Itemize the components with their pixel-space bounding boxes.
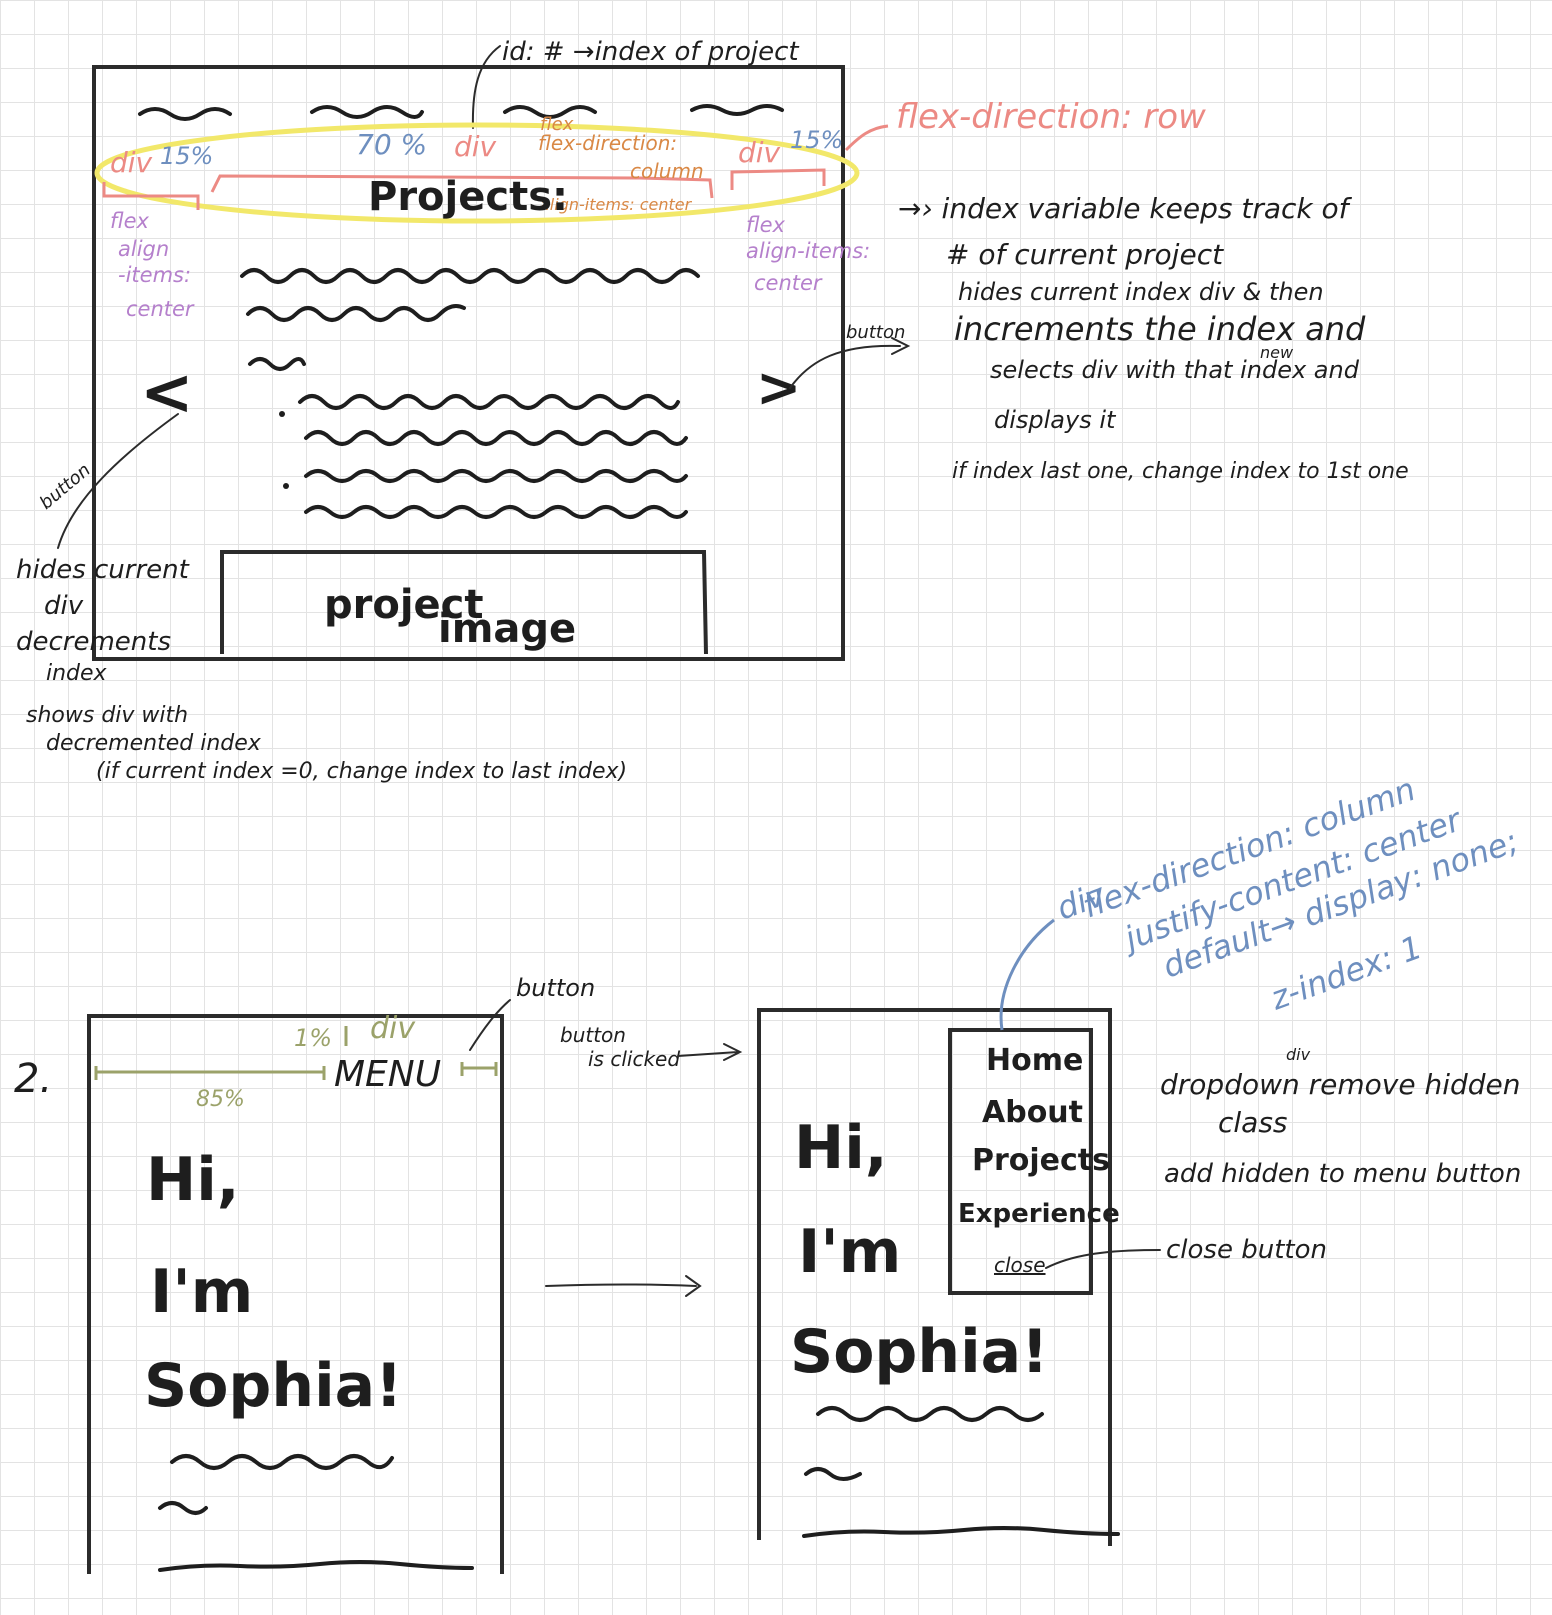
bullet-scribble bbox=[298, 394, 680, 410]
nav-scribble bbox=[138, 107, 232, 121]
left-flex-notes: flex align -items: center bbox=[110, 209, 195, 321]
svg-text:add hidden to menu button: add hidden to menu button bbox=[1164, 1159, 1521, 1189]
description-scribble bbox=[246, 304, 466, 322]
svg-text:Sophia!: Sophia! bbox=[790, 1317, 1049, 1387]
hero-scribble bbox=[816, 1406, 1044, 1422]
svg-text:I'm: I'm bbox=[150, 1257, 253, 1327]
dropdown-menu-items: Home About Projects Experience bbox=[958, 1043, 1120, 1229]
next-notes-new: new bbox=[1260, 343, 1294, 362]
bullet-scribble bbox=[304, 505, 688, 519]
transition-arrow bbox=[545, 1283, 697, 1287]
prev-notes: hides current div decrements index shows… bbox=[16, 555, 627, 784]
menu-item-about[interactable]: About bbox=[982, 1095, 1083, 1130]
dropdown-notes: dropdown remove hidden class add hidden … bbox=[1160, 1068, 1521, 1189]
prev-button-label: button bbox=[36, 460, 95, 514]
svg-text:if index last one, change: if index last one, change index to 1st o… bbox=[952, 459, 1409, 484]
hero-scribble bbox=[158, 1560, 474, 1572]
svg-text:decrements: decrements bbox=[16, 627, 171, 657]
svg-text:hides current: hides current bbox=[16, 555, 190, 585]
projects-title: Projects: bbox=[368, 174, 568, 220]
center-flex-direction-label: flex-direction: bbox=[538, 131, 677, 155]
hero-text-left: Hi, I'm Sophia! bbox=[144, 1145, 403, 1421]
menu-pct-label: 1% bbox=[294, 1024, 332, 1052]
hero-scribble bbox=[802, 1526, 1120, 1538]
div-notes: div flex-direction: column justify-conte… bbox=[1052, 770, 1523, 1018]
svg-text:Hi,: Hi, bbox=[794, 1113, 888, 1183]
center-div-label: div bbox=[454, 130, 497, 163]
flex-direction-row-note: flex-direction: row bbox=[896, 97, 1206, 137]
svg-text:index: index bbox=[46, 661, 108, 686]
svg-text:Sophia!: Sophia! bbox=[144, 1351, 403, 1421]
menu-item-projects[interactable]: Projects bbox=[972, 1143, 1110, 1178]
bullet-scribble bbox=[304, 469, 688, 483]
svg-text:center: center bbox=[126, 297, 195, 321]
center-pct-label: 70 % bbox=[356, 128, 427, 161]
nav-scribble bbox=[690, 104, 784, 116]
next-notes: →› index variable keeps track of # of cu… bbox=[898, 192, 1409, 484]
svg-text:# of current project: # of current project bbox=[946, 238, 1224, 271]
left-div-label: div bbox=[110, 146, 153, 179]
center-flex-column-label: column bbox=[630, 159, 704, 183]
bullet-scribble bbox=[304, 430, 688, 446]
svg-text:→› index variable keeps tra: →› index variable keeps track of bbox=[898, 192, 1353, 225]
bullet-dot bbox=[283, 483, 289, 489]
svg-text:align-items:: align-items: bbox=[746, 239, 870, 263]
clicked-note-1: button bbox=[560, 1023, 626, 1047]
bullet-dot bbox=[279, 411, 285, 417]
svg-text:Hi,: Hi, bbox=[146, 1145, 240, 1215]
svg-text:(if current index =0, chang: (if current index =0, change index to la… bbox=[96, 759, 627, 784]
hero-scribble bbox=[170, 1454, 394, 1470]
svg-text:align: align bbox=[118, 237, 169, 261]
menu-item-experience[interactable]: Experience bbox=[958, 1199, 1120, 1229]
right-div-bracket bbox=[730, 168, 826, 190]
menu-button-note: button bbox=[516, 974, 595, 1002]
svg-text:I'm: I'm bbox=[798, 1217, 901, 1287]
description-scribble bbox=[240, 268, 700, 284]
dropdown-close-button[interactable]: close bbox=[994, 1253, 1046, 1277]
svg-text:decremented index: decremented index bbox=[46, 731, 262, 756]
svg-text:class: class bbox=[1218, 1106, 1288, 1139]
menu-85-measure bbox=[94, 1066, 326, 1080]
div-notes-pointer bbox=[999, 918, 1055, 1031]
id-note: id: # →index of project bbox=[502, 37, 799, 67]
right-pct-label: 15% bbox=[790, 126, 843, 154]
wireframe-sketch-canvas: id: # →index of project div 15% 70 % div… bbox=[14, 37, 1523, 1574]
svg-text:flex: flex bbox=[110, 209, 149, 233]
close-button-note: close button bbox=[1166, 1235, 1327, 1265]
menu-1-measure bbox=[460, 1062, 498, 1076]
clicked-note-2: is clicked bbox=[588, 1047, 680, 1071]
menu-button[interactable]: MENU bbox=[334, 1054, 441, 1095]
right-div-label: div bbox=[738, 136, 781, 169]
nav-scribble bbox=[310, 105, 424, 119]
sketch-number: 2. bbox=[14, 1056, 52, 1102]
hero-scribble bbox=[158, 1501, 208, 1515]
svg-text:shows div with: shows div with bbox=[26, 703, 188, 728]
svg-text:flex: flex bbox=[746, 213, 785, 237]
description-scribble bbox=[248, 357, 306, 371]
flex-row-pointer bbox=[844, 124, 889, 152]
menu-85-label: 85% bbox=[196, 1087, 245, 1112]
svg-text:dropdown remove hidden: dropdown remove hidden bbox=[1160, 1068, 1521, 1101]
right-flex-notes: flex align-items: center bbox=[746, 213, 870, 295]
close-button-pointer bbox=[1045, 1249, 1161, 1269]
dropdown-notes-div: div bbox=[1286, 1045, 1311, 1064]
next-project-button[interactable]: > bbox=[756, 356, 801, 419]
svg-text:increments the index and: increments the index and bbox=[954, 310, 1366, 348]
menu-item-home[interactable]: Home bbox=[986, 1043, 1083, 1078]
left-pct-label: 15% bbox=[160, 142, 213, 170]
clicked-arrow bbox=[677, 1043, 743, 1061]
id-pointer bbox=[471, 45, 501, 129]
svg-text:center: center bbox=[754, 271, 823, 295]
menu-div-label: div bbox=[370, 1011, 416, 1046]
hero-scribble bbox=[804, 1467, 862, 1481]
svg-text:selects div with that inde: selects div with that index and bbox=[990, 356, 1360, 384]
svg-text:hides current index div & th: hides current index div & then bbox=[958, 278, 1324, 306]
svg-text:-items:: -items: bbox=[118, 263, 191, 287]
project-image-label-2: image bbox=[438, 606, 576, 652]
svg-text:div: div bbox=[44, 591, 84, 621]
prev-project-button[interactable]: < bbox=[140, 356, 194, 430]
svg-text:displays it: displays it bbox=[994, 406, 1117, 434]
